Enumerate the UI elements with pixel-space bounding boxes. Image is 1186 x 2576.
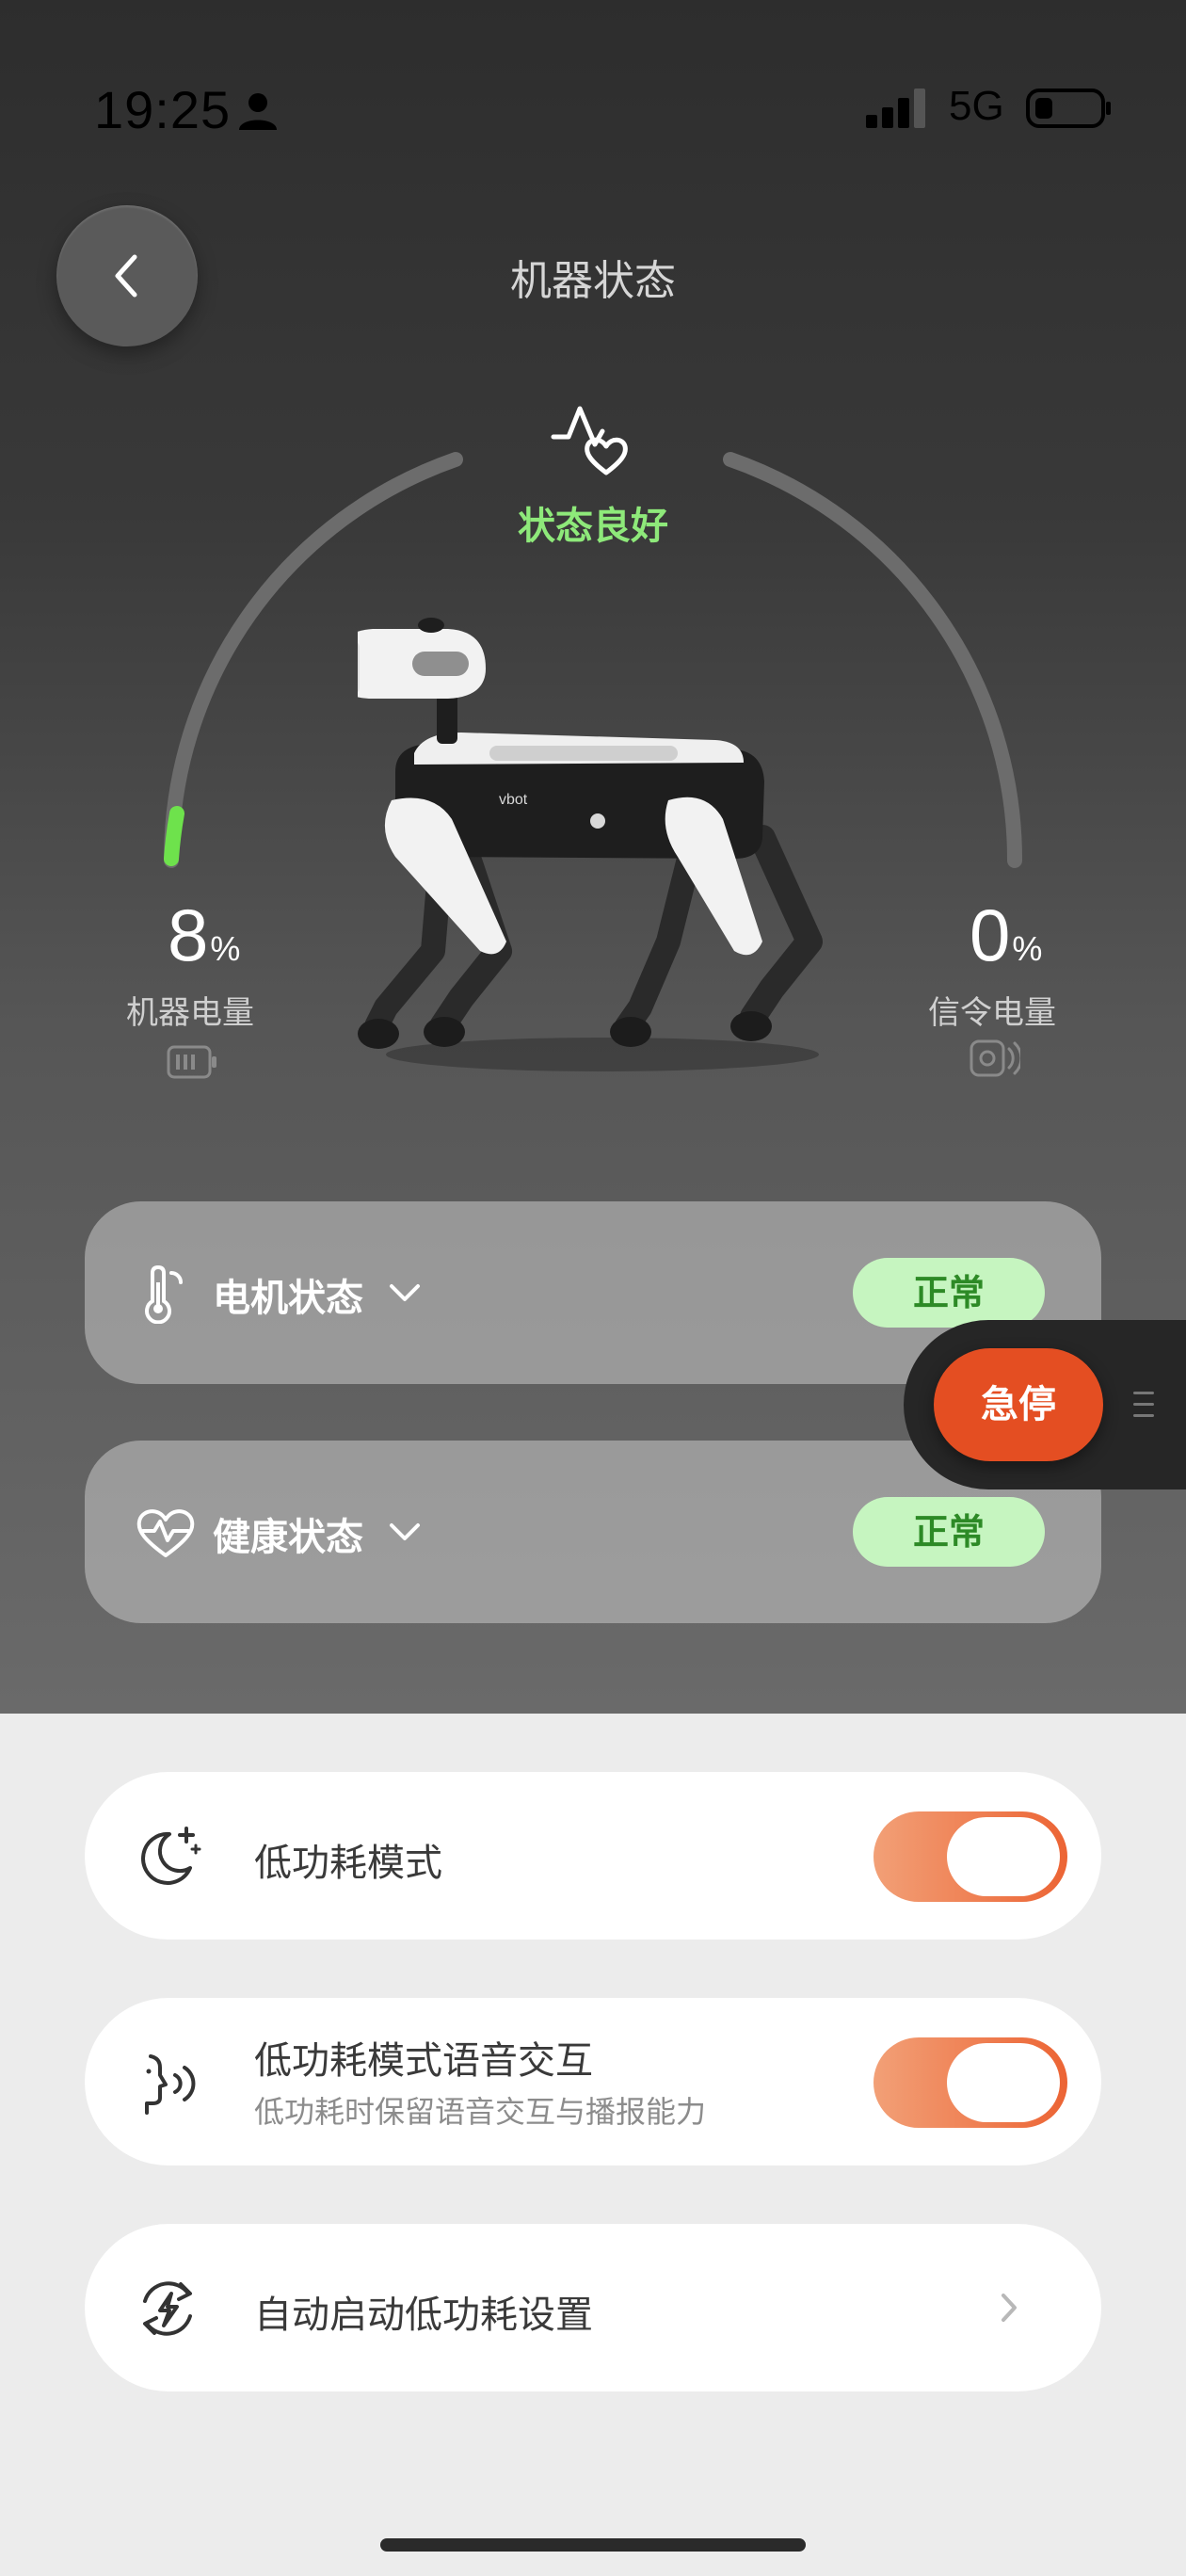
low-power-voice-toggle[interactable] xyxy=(873,2037,1067,2128)
robot-brand-text: vbot xyxy=(499,792,528,808)
robot-battery-number: 8 xyxy=(168,894,209,976)
battery-outline-icon xyxy=(167,1045,216,1079)
robot-battery-label: 机器电量 xyxy=(126,994,254,1032)
low-power-voice-title: 低功耗模式语音交互 xyxy=(254,2039,593,2083)
motor-status-badge: 正常 xyxy=(853,1258,1045,1328)
heartbeat-icon xyxy=(136,1509,195,1557)
robot-battery-value: 8% xyxy=(168,893,240,978)
health-status-label: 健康状态 xyxy=(213,1516,363,1559)
drag-handle-icon[interactable] xyxy=(1131,1388,1156,1422)
status-panel: 19:25 5G 机器状态 状态良好 8% 机器电量 0% 信令电量 vbot … xyxy=(0,0,1186,1714)
signal-battery-number: 0 xyxy=(970,894,1011,976)
gauge-left-level xyxy=(164,806,184,866)
robot-dog-image: vbot xyxy=(358,618,823,1071)
signal-battery-value: 0% xyxy=(970,893,1042,978)
auto-low-power-row[interactable]: 自动启动低功耗设置 xyxy=(85,2224,1101,2391)
low-power-mode-toggle[interactable] xyxy=(873,1811,1067,1902)
health-status-badge: 正常 xyxy=(853,1497,1045,1567)
emergency-stop-button[interactable]: 急停 xyxy=(934,1348,1103,1461)
moon-stars-icon xyxy=(141,1827,201,1885)
thermometer-icon xyxy=(145,1264,183,1324)
low-power-voice-subtitle: 低功耗时保留语音交互与播报能力 xyxy=(254,2094,707,2130)
low-power-mode-title: 低功耗模式 xyxy=(254,1842,442,1885)
low-power-mode-row: 低功耗模式 xyxy=(85,1772,1101,1940)
chevron-down-icon[interactable] xyxy=(386,1277,424,1311)
motor-status-label: 电机状态 xyxy=(213,1277,363,1320)
heart-pulse-icon xyxy=(551,406,628,475)
low-power-voice-row: 低功耗模式语音交互 低功耗时保留语音交互与播报能力 xyxy=(85,1998,1101,2165)
auto-power-icon xyxy=(143,2281,192,2336)
chevron-down-icon[interactable] xyxy=(386,1516,424,1550)
auto-low-power-title: 自动启动低功耗设置 xyxy=(254,2294,593,2337)
signal-battery-unit: % xyxy=(1012,929,1043,968)
home-indicator[interactable] xyxy=(380,2538,806,2552)
signal-battery-label: 信令电量 xyxy=(928,994,1056,1032)
toggle-knob xyxy=(947,1817,1060,1896)
chevron-right-icon xyxy=(1002,2294,1017,2322)
status-text: 状态良好 xyxy=(518,505,668,548)
robot-battery-unit: % xyxy=(210,929,241,968)
signal-device-icon xyxy=(970,1039,1020,1077)
voice-icon xyxy=(145,2054,196,2115)
toggle-knob xyxy=(947,2043,1060,2122)
